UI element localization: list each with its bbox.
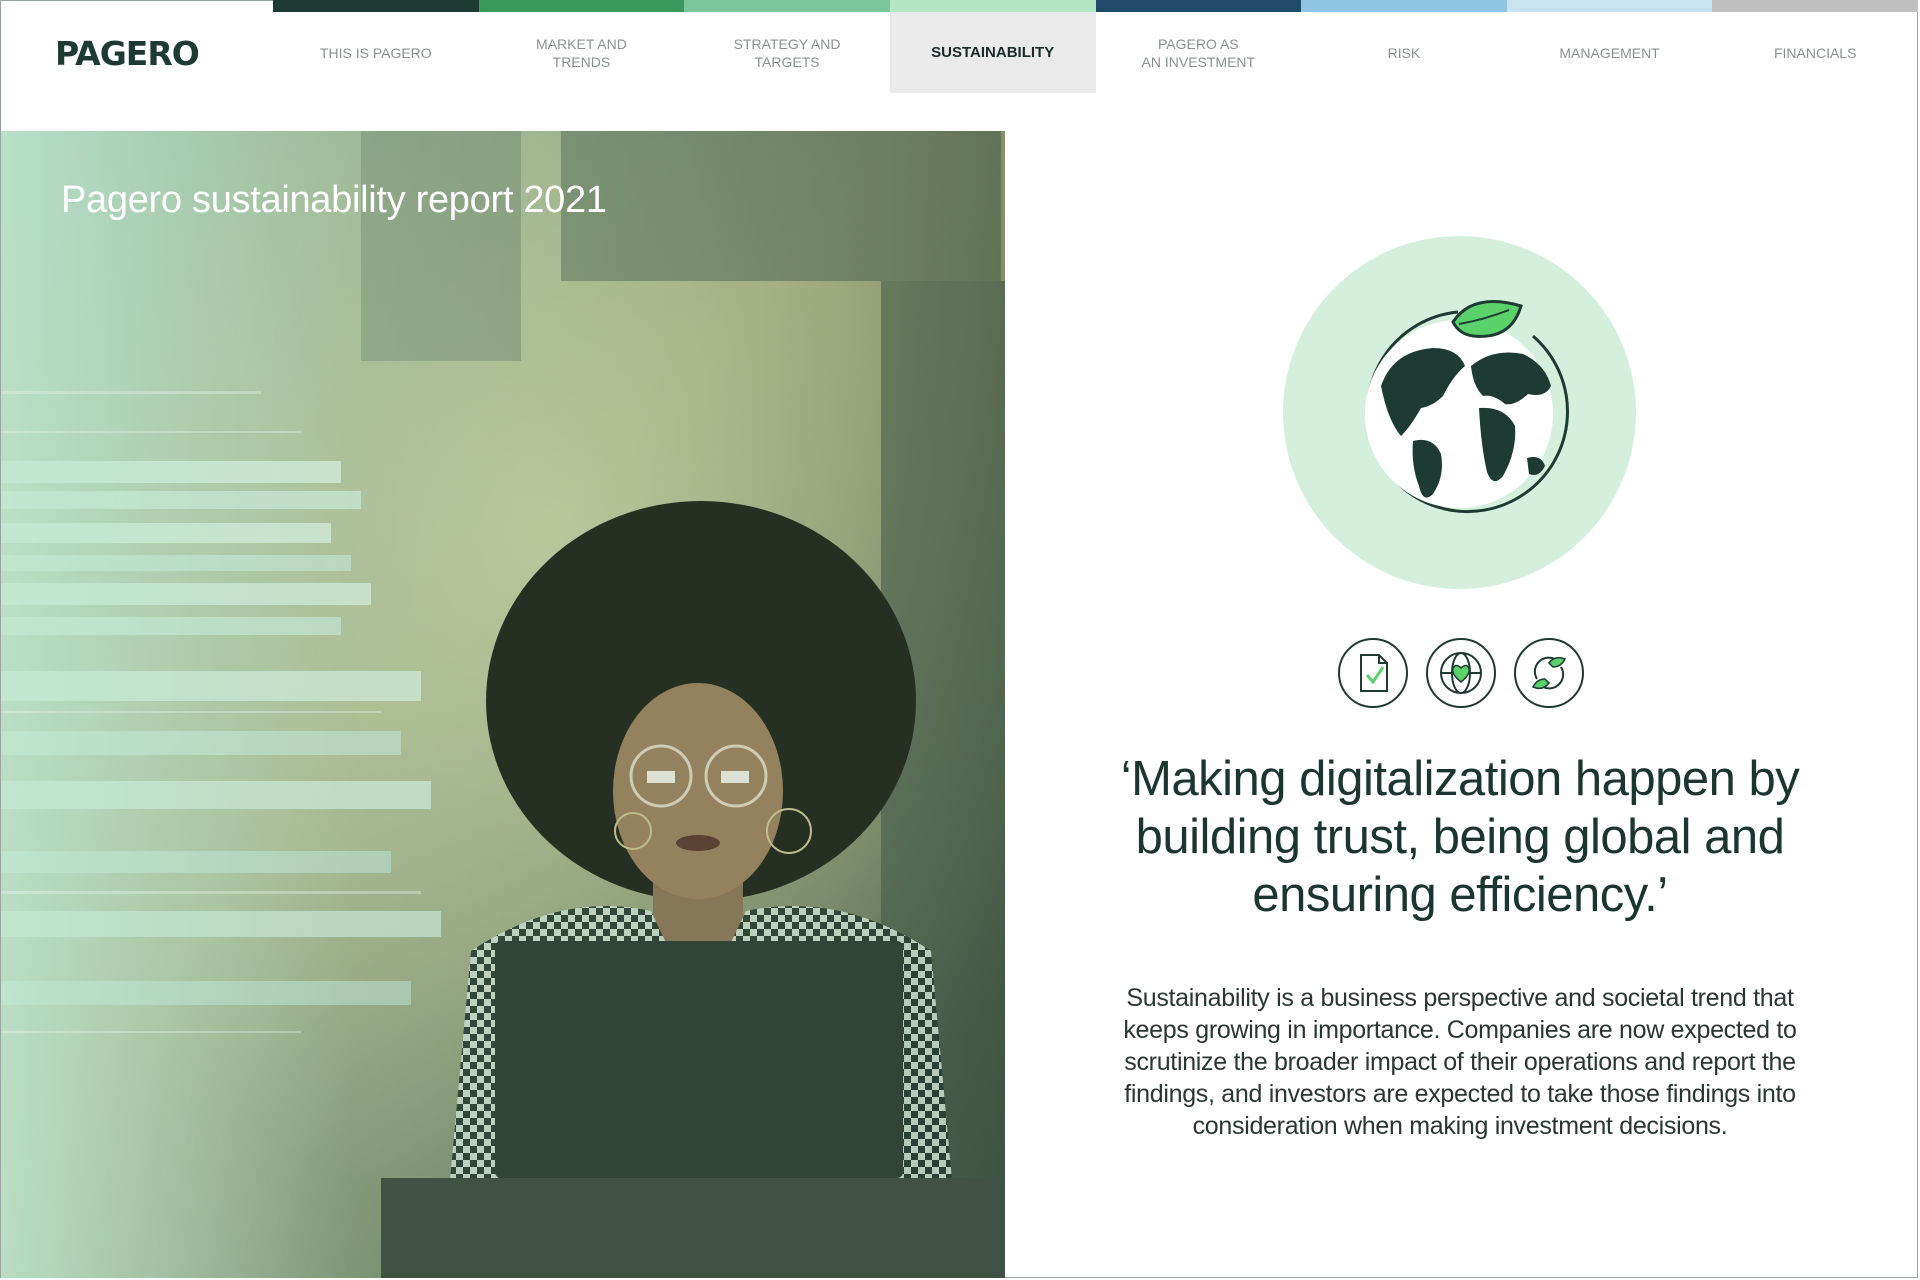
hero-photo-illustration: [1, 131, 1005, 1278]
nav-item-pagero-as-an-investment[interactable]: PAGERO AS AN INVESTMENT: [1095, 0, 1302, 93]
nav-item-this-is-pagero[interactable]: THIS IS PAGERO: [273, 0, 479, 93]
pagero-logo[interactable]: PAGERO: [55, 36, 215, 72]
nav-color-bar: [273, 0, 479, 12]
nav-item-financials[interactable]: FINANCIALS: [1712, 0, 1918, 93]
nav-item-label: FINANCIALS: [1773, 44, 1857, 61]
nav-item-market-and-trends[interactable]: MARKET AND TRENDS: [478, 0, 685, 93]
nav-color-bar: [1506, 0, 1713, 12]
nav-color-bar: [1095, 0, 1302, 12]
nav-item-label: PAGERO AS AN INVESTMENT: [1141, 35, 1256, 70]
nav-color-bar: [1301, 0, 1507, 12]
main-nav: THIS IS PAGERO MARKET AND TRENDS STRATEG…: [273, 0, 1918, 93]
nav-color-bar: [684, 0, 890, 12]
nav-color-bar: [478, 0, 685, 12]
logo-text: PAGERO: [55, 34, 200, 73]
sustainability-intro-text: Sustainability is a business perspective…: [1123, 984, 1797, 1140]
nav-item-label: SUSTAINABILITY: [931, 43, 1055, 61]
sustainability-circle: [1283, 236, 1636, 589]
globe-with-leaf-icon: [1365, 300, 1569, 514]
nav-color-bar: [1712, 0, 1918, 12]
nav-item-label: MARKET AND TRENDS: [536, 35, 627, 70]
globe-heart-icon: [1426, 638, 1496, 708]
nav-item-label: MANAGEMENT: [1559, 44, 1660, 61]
report-title: Pagero sustainability report 2021: [61, 179, 607, 221]
nav-item-label: STRATEGY AND TARGETS: [733, 35, 841, 70]
nav-item-risk[interactable]: RISK: [1301, 0, 1507, 93]
document-check-icon: [1338, 638, 1408, 708]
leaf-cycle-icon: [1514, 638, 1584, 708]
nav-color-bar: [889, 0, 1096, 12]
sustainability-quote: ‘Making digitalization happen by buildin…: [1120, 752, 1800, 922]
hero-photo: Pagero sustainability report 2021: [1, 131, 1005, 1278]
nav-item-management[interactable]: MANAGEMENT: [1506, 0, 1713, 93]
nav-item-strategy-and-targets[interactable]: STRATEGY AND TARGETS: [684, 0, 890, 93]
nav-item-sustainability[interactable]: SUSTAINABILITY: [889, 0, 1096, 93]
nav-item-label: RISK: [1387, 44, 1421, 61]
nav-item-label: THIS IS PAGERO: [319, 44, 432, 61]
value-icons-row: [1338, 638, 1584, 710]
